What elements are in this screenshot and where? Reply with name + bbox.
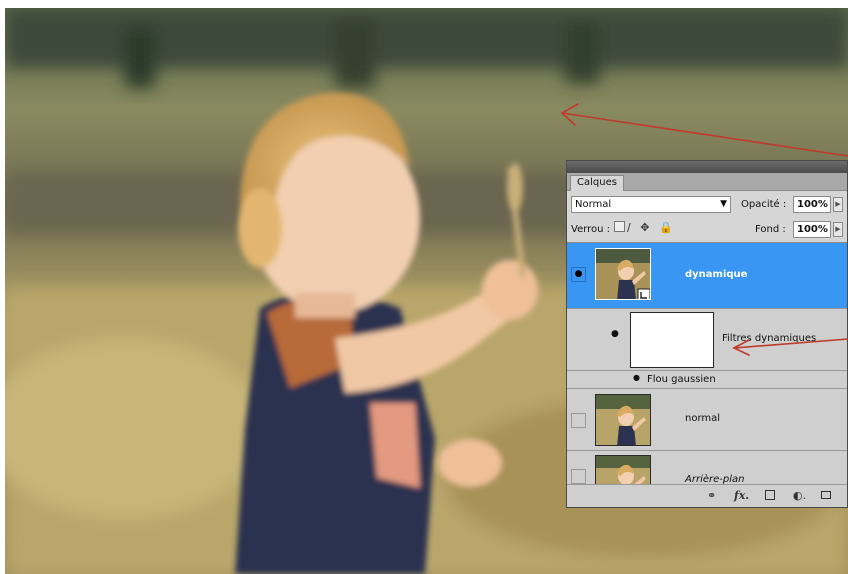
lock-position-icon[interactable]: ✥ — [640, 221, 652, 234]
visibility-toggle[interactable] — [571, 413, 586, 428]
opacity-slider-button[interactable]: ▶ — [833, 197, 843, 212]
fill-label: Fond : — [755, 224, 786, 235]
adjustment-icon[interactable]: ◐. — [793, 489, 806, 502]
link-icon[interactable]: ⚭ — [707, 489, 716, 502]
fx-icon[interactable]: fx. — [734, 489, 749, 502]
filter-name: Flou gaussien — [647, 374, 716, 385]
tab-calques[interactable]: Calques — [570, 175, 624, 191]
layer-thumbnail — [595, 394, 651, 446]
lock-row: Verrou : ∕ ✥ 🔒 Fond : 100% ▶ — [567, 219, 847, 241]
visibility-toggle[interactable] — [571, 469, 586, 484]
layer-row-normal[interactable]: normal — [567, 389, 847, 451]
layers-list: ● dynamique ● Filtres dynamiques ● Flou … — [567, 242, 847, 495]
folder-icon[interactable] — [821, 491, 831, 499]
lock-icons: ∕ ✥ 🔒 — [614, 221, 676, 234]
opacity-label: Opacité : — [741, 199, 787, 210]
opacity-input[interactable]: 100% — [793, 196, 831, 213]
smart-filter-mask-thumbnail — [630, 312, 714, 368]
blend-row: Normal ▼ Opacité : 100% ▶ — [567, 194, 847, 216]
smart-filters-label: Filtres dynamiques — [722, 333, 817, 344]
chevron-down-icon: ▼ — [720, 199, 727, 209]
fill-slider-button[interactable]: ▶ — [833, 222, 843, 237]
blend-mode-value: Normal — [575, 199, 612, 210]
mask-icon[interactable] — [765, 490, 775, 500]
layer-name-normal: normal — [685, 413, 721, 424]
layer-row-dynamique[interactable]: ● dynamique — [567, 243, 847, 309]
fill-input[interactable]: 100% — [793, 221, 831, 238]
lock-paint-icon[interactable]: ∕ — [627, 221, 634, 234]
panel-titlebar[interactable] — [567, 161, 847, 173]
lock-label: Verrou : — [571, 224, 611, 235]
lock-all-icon[interactable]: 🔒 — [659, 221, 676, 234]
smart-filters-row[interactable]: ● Filtres dynamiques — [567, 309, 847, 371]
smart-filters-eye-icon[interactable]: ● — [611, 329, 619, 339]
lock-transparency-icon[interactable] — [614, 221, 625, 232]
filter-eye-icon[interactable]: ● — [633, 373, 640, 382]
layers-panel: Calques Normal ▼ Opacité : 100% ▶ Verrou… — [566, 160, 848, 508]
blend-mode-select[interactable]: Normal ▼ — [571, 196, 731, 213]
eye-icon[interactable]: ● — [571, 267, 586, 282]
panel-tab-row: Calques — [567, 173, 847, 191]
filter-row-flou-gaussien[interactable]: ● Flou gaussien — [567, 371, 847, 389]
panel-bottom-bar: ⚭ fx. ◐. — [567, 484, 847, 507]
layer-thumbnail — [595, 248, 651, 300]
layer-name-dynamique: dynamique — [685, 269, 748, 280]
